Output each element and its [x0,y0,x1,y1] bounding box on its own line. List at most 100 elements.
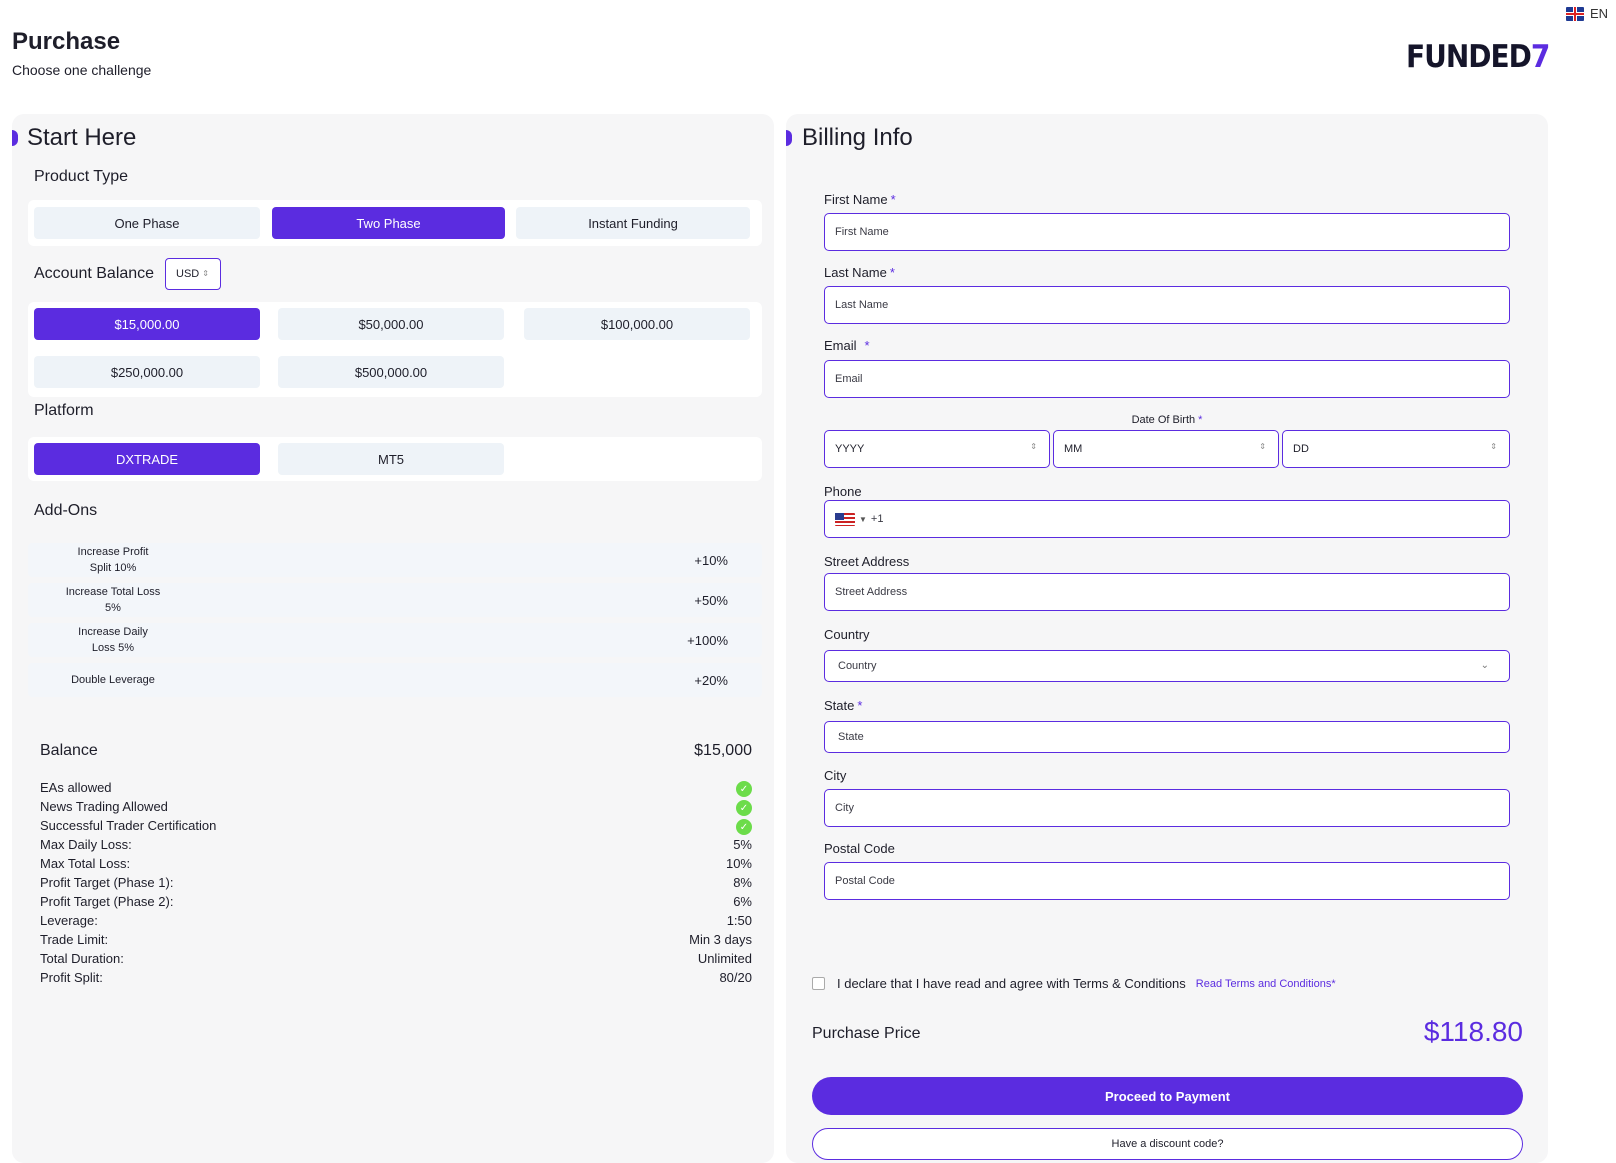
currency-value: USD [176,268,200,280]
platform-dxtrade-button[interactable]: DXTRADE [34,443,260,475]
city-input[interactable]: City [824,789,1510,827]
street-label: Street Address [824,554,910,569]
platform-mt5-button[interactable]: MT5 [278,443,504,475]
proceed-to-payment-button[interactable]: Proceed to Payment [812,1077,1523,1115]
logo-text: FUNDED [1406,38,1532,75]
product-two-phase-button[interactable]: Two Phase [272,207,505,239]
funded7-logo: FUNDED7 [1406,38,1551,75]
product-one-phase-button[interactable]: One Phase [34,207,260,239]
platform-label: Platform [34,402,94,419]
addon-value: +50% [694,592,728,608]
addon-name: Double Leverage [71,674,155,686]
feature-certification: Successful Trader Certification ✓ [40,818,752,837]
balance-100000-button[interactable]: $100,000.00 [524,308,750,340]
addon-double-leverage[interactable]: Double Leverage +20% [28,663,762,697]
product-instant-funding-button[interactable]: Instant Funding [516,207,750,239]
country-label: Country [824,627,870,642]
purchase-page: EN Purchase Choose one challenge FUNDED7… [0,0,1616,1163]
state-input[interactable]: State [824,721,1510,753]
dob-label: Date Of Birth * [1131,414,1203,426]
phone-code: +1 [870,513,884,525]
uk-flag-icon [1565,6,1584,21]
spec-row: Max Total Loss: 10% [40,856,752,871]
dob-month-select[interactable]: MM ⇕ [1053,430,1279,468]
addon-profit-split[interactable]: Increase Profit Split 10% +10% [28,543,762,577]
check-circle-icon: ✓ [736,781,752,797]
purchase-price-value: $118.80 [1423,1016,1523,1047]
read-terms-link[interactable]: Read Terms and Conditions* [1196,978,1336,990]
balance-50000-button[interactable]: $50,000.00 [278,308,504,340]
check-circle-icon: ✓ [736,819,752,835]
addon-value: +20% [694,672,728,688]
balance-250000-button[interactable]: $250,000.00 [34,356,260,388]
email-input[interactable]: Email [824,360,1510,398]
first-name-input[interactable]: First Name [824,213,1510,251]
feature-news-trading: News Trading Allowed ✓ [40,799,752,818]
street-input[interactable]: Street Address [824,573,1510,611]
email-label: Email * [824,338,870,353]
city-label: City [824,768,847,783]
country-select[interactable]: Country ⌄ [824,650,1510,682]
addons-label: Add-Ons [34,502,98,519]
chevron-down-icon: ⌄ [1480,660,1489,671]
caret-down-icon: ▼ [859,514,867,524]
balance-summary-value: $15,000 [694,742,752,759]
addon-total-loss[interactable]: Increase Total Loss 5% +50% [28,583,762,617]
spec-row: Trade Limit: Min 3 days [40,932,752,947]
addon-value: +10% [694,552,728,568]
addon-daily-loss[interactable]: Increase Daily Loss 5% +100% [28,623,762,657]
terms-agreement: I declare that I have read and agree wit… [812,976,1336,991]
postal-label: Postal Code [824,841,895,856]
last-name-label: Last Name * [824,265,895,280]
language-selector[interactable]: EN [1565,6,1608,21]
discount-code-button[interactable]: Have a discount code? [812,1128,1523,1160]
balance-500000-button[interactable]: $500,000.00 [278,356,504,388]
language-label: EN [1589,6,1608,21]
addon-name: Increase Total Loss 5% [65,586,161,614]
addon-name: Increase Profit Split 10% [77,546,149,574]
spec-row: Profit Target (Phase 1): 8% [40,875,752,890]
terms-checkbox[interactable] [812,977,825,990]
start-here-panel: Start Here Product Type One Phase Two Ph… [12,114,774,1163]
balance-group: $15,000.00 $50,000.00 $100,000.00 $250,0… [28,302,762,397]
balance-15000-button[interactable]: $15,000.00 [34,308,260,340]
currency-select[interactable]: USD ⇕ [165,258,221,290]
dob-year-select[interactable]: YYYY ⇕ [824,430,1050,468]
phone-input[interactable]: ▼ +1 [824,500,1510,538]
spec-row: Total Duration: Unlimited [40,951,752,966]
postal-input[interactable]: Postal Code [824,862,1510,900]
start-here-title: Start Here [27,124,137,151]
spec-row: Max Daily Loss: 5% [40,837,752,852]
billing-info-panel: Billing Info First Name * First Name Last… [786,114,1548,1163]
logo-mark: 7 [1530,38,1551,75]
addon-value: +100% [687,632,728,648]
page-title: Purchase [12,28,121,55]
account-balance-label: Account Balance [34,265,155,282]
state-label: State * [824,698,863,713]
product-type-label: Product Type [34,168,128,185]
dob-day-select[interactable]: DD ⇕ [1282,430,1510,468]
updown-arrows-icon: ⇕ [1030,442,1037,451]
first-name-label: First Name * [824,192,896,207]
platform-group: DXTRADE MT5 [28,437,762,481]
section-marker [12,130,18,146]
section-marker [786,130,792,146]
addon-name: Increase Daily Loss 5% [78,626,148,654]
agree-text: I declare that I have read and agree wit… [837,976,1186,991]
last-name-input[interactable]: Last Name [824,286,1510,324]
check-circle-icon: ✓ [736,800,752,816]
updown-arrows-icon: ⇕ [1490,442,1497,451]
phone-label: Phone [824,484,862,499]
billing-info-title: Billing Info [802,124,913,151]
product-type-group: One Phase Two Phase Instant Funding [28,200,762,246]
feature-eas: EAs allowed ✓ [40,780,752,799]
spec-row: Leverage: 1:50 [40,913,752,928]
us-flag-icon[interactable] [835,512,855,526]
balance-summary-label: Balance [40,742,98,759]
spec-row: Profit Split: 80/20 [40,970,752,985]
spec-row: Profit Target (Phase 2): 6% [40,894,752,909]
updown-arrows-icon: ⇕ [1259,442,1266,451]
purchase-price-label: Purchase Price [812,1025,921,1042]
page-subtitle: Choose one challenge [12,62,152,78]
updown-arrows-icon: ⇕ [202,269,209,278]
